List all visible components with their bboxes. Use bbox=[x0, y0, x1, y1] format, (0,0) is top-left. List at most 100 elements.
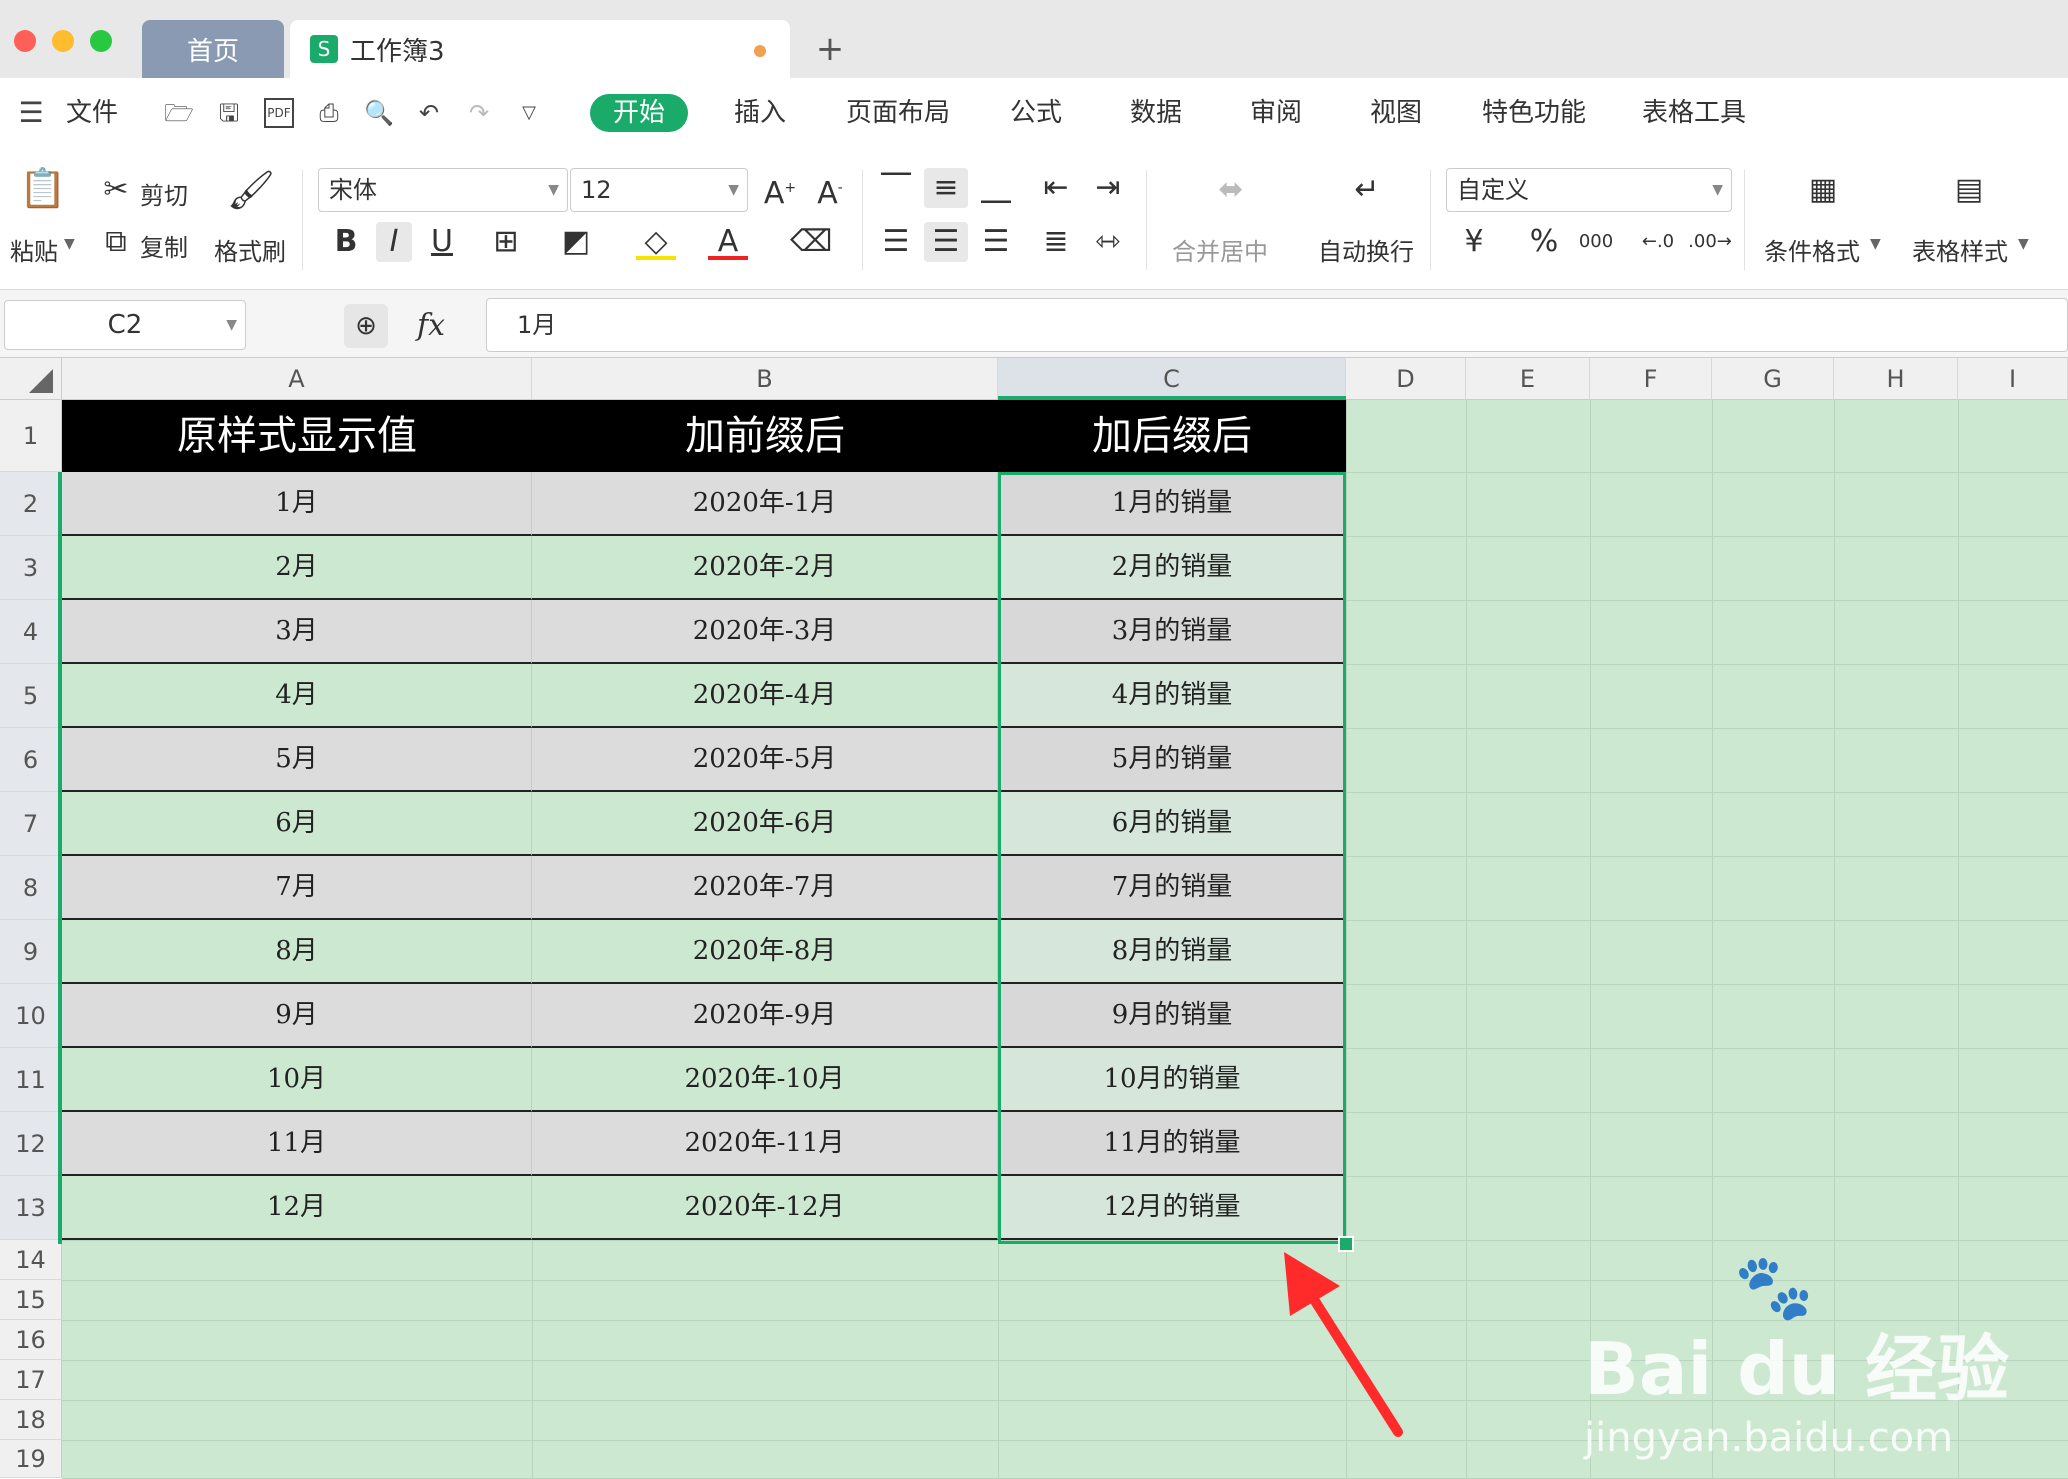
table-style-icon[interactable]: ▤ bbox=[1944, 170, 1994, 210]
cut-label[interactable]: 剪切 bbox=[140, 176, 188, 211]
row-header-4[interactable]: 4 bbox=[0, 600, 62, 664]
borders-icon[interactable]: ⊞ bbox=[486, 222, 526, 262]
row-header-2[interactable]: 2 bbox=[0, 472, 62, 536]
row-header-5[interactable]: 5 bbox=[0, 664, 62, 728]
chevron-down-icon[interactable]: ▼ bbox=[1870, 236, 1881, 252]
zoom-window-button[interactable] bbox=[90, 30, 112, 52]
table-cell[interactable]: 2020年-5月 bbox=[532, 728, 998, 792]
table-cell[interactable]: 2月 bbox=[62, 536, 532, 600]
align-top-icon[interactable]: ⎺ bbox=[876, 168, 916, 208]
table-cell[interactable]: 2月的销量 bbox=[998, 536, 1346, 600]
menu-tab-view[interactable]: 视图 bbox=[1370, 96, 1422, 130]
function-icon[interactable]: fx bbox=[406, 304, 456, 348]
row-header-13[interactable]: 13 bbox=[0, 1176, 62, 1240]
tab-workbook[interactable]: S 工作簿3 bbox=[290, 20, 790, 78]
table-cell[interactable]: 9月 bbox=[62, 984, 532, 1048]
table-cell[interactable]: 11月 bbox=[62, 1112, 532, 1176]
table-cell[interactable]: 3月 bbox=[62, 600, 532, 664]
chevron-down-icon[interactable]: ▼ bbox=[2018, 236, 2029, 252]
row-header-11[interactable]: 11 bbox=[0, 1048, 62, 1112]
table-cell[interactable]: 3月的销量 bbox=[998, 600, 1346, 664]
merge-center-label[interactable]: 合并居中 bbox=[1172, 232, 1268, 267]
table-cell[interactable]: 8月 bbox=[62, 920, 532, 984]
format-painter-icon[interactable]: 🖌 bbox=[226, 170, 276, 210]
table-cell[interactable]: 6月 bbox=[62, 792, 532, 856]
menu-tab-data[interactable]: 数据 bbox=[1130, 96, 1182, 130]
column-header-d[interactable]: D bbox=[1346, 358, 1466, 400]
menu-tab-formulas[interactable]: 公式 bbox=[1010, 96, 1062, 130]
redo-icon[interactable]: ↷ bbox=[464, 98, 494, 128]
increase-font-icon[interactable]: A+ bbox=[760, 168, 800, 214]
row-header-19[interactable]: 19 bbox=[0, 1440, 62, 1478]
table-header-cell[interactable]: 加后缀后 bbox=[998, 400, 1346, 472]
column-header-h[interactable]: H bbox=[1834, 358, 1958, 400]
table-cell[interactable]: 5月 bbox=[62, 728, 532, 792]
column-header-b[interactable]: B bbox=[532, 358, 998, 400]
tab-home[interactable]: 首页 bbox=[142, 20, 284, 78]
save-icon[interactable]: 🖫 bbox=[214, 98, 244, 128]
table-cell[interactable]: 10月的销量 bbox=[998, 1048, 1346, 1112]
decrease-indent-icon[interactable]: ⇤ bbox=[1036, 168, 1076, 208]
conditional-format-icon[interactable]: ▦ bbox=[1798, 170, 1848, 210]
italic-icon[interactable]: I bbox=[376, 222, 412, 262]
print-icon[interactable]: ⎙ bbox=[314, 98, 344, 128]
underline-icon[interactable]: U bbox=[424, 222, 460, 262]
row-header-1[interactable]: 1 bbox=[0, 400, 62, 472]
column-header-i[interactable]: I bbox=[1958, 358, 2068, 400]
table-cell[interactable]: 2020年-11月 bbox=[532, 1112, 998, 1176]
scissors-icon[interactable]: ✂ bbox=[98, 170, 134, 210]
decrease-decimal-icon[interactable]: .00→ bbox=[1688, 222, 1732, 262]
table-cell[interactable]: 1月的销量 bbox=[998, 472, 1346, 536]
table-header-cell[interactable]: 加前缀后 bbox=[532, 400, 998, 472]
minimize-window-button[interactable] bbox=[52, 30, 74, 52]
paste-icon[interactable]: 📋 bbox=[18, 168, 68, 208]
table-cell[interactable]: 12月的销量 bbox=[998, 1176, 1346, 1240]
font-color-icon[interactable]: A bbox=[708, 222, 748, 260]
copy-icon[interactable]: ⧉ bbox=[98, 222, 134, 262]
paste-dropdown-icon[interactable]: ▼ bbox=[64, 236, 75, 252]
menu-tab-special[interactable]: 特色功能 bbox=[1482, 96, 1586, 130]
table-cell[interactable]: 7月 bbox=[62, 856, 532, 920]
table-cell[interactable]: 4月 bbox=[62, 664, 532, 728]
format-painter-label[interactable]: 格式刷 bbox=[214, 232, 286, 267]
table-cell[interactable]: 2020年-7月 bbox=[532, 856, 998, 920]
export-pdf-icon[interactable]: PDF bbox=[264, 98, 294, 128]
table-cell[interactable]: 2020年-1月 bbox=[532, 472, 998, 536]
clear-format-icon[interactable]: ⌫ bbox=[790, 222, 832, 262]
table-cell[interactable]: 4月的销量 bbox=[998, 664, 1346, 728]
merge-center-icon[interactable]: ⬌ bbox=[1206, 170, 1256, 210]
column-header-e[interactable]: E bbox=[1466, 358, 1590, 400]
row-header-10[interactable]: 10 bbox=[0, 984, 62, 1048]
font-name-select[interactable]: 宋体 ▼ bbox=[318, 168, 568, 212]
table-cell[interactable]: 11月的销量 bbox=[998, 1112, 1346, 1176]
thousands-separator-icon[interactable]: 000 bbox=[1574, 222, 1618, 262]
table-cell[interactable]: 9月的销量 bbox=[998, 984, 1346, 1048]
row-header-8[interactable]: 8 bbox=[0, 856, 62, 920]
row-header-12[interactable]: 12 bbox=[0, 1112, 62, 1176]
table-cell[interactable]: 7月的销量 bbox=[998, 856, 1346, 920]
align-bottom-icon[interactable]: ⎽ bbox=[976, 168, 1016, 208]
menu-tab-page-layout[interactable]: 页面布局 bbox=[846, 96, 950, 130]
number-format-select[interactable]: 自定义 ▼ bbox=[1446, 168, 1732, 212]
currency-icon[interactable]: ¥ bbox=[1456, 222, 1492, 262]
wrap-text-label[interactable]: 自动换行 bbox=[1318, 232, 1414, 267]
menu-tab-table-tools[interactable]: 表格工具 bbox=[1642, 96, 1746, 130]
open-folder-icon[interactable]: 🗁 bbox=[164, 98, 194, 128]
row-header-6[interactable]: 6 bbox=[0, 728, 62, 792]
wrap-text-icon[interactable]: ↵ bbox=[1342, 170, 1392, 210]
table-cell[interactable]: 2020年-10月 bbox=[532, 1048, 998, 1112]
decrease-font-icon[interactable]: A- bbox=[810, 168, 850, 214]
name-box[interactable]: C2 ▼ bbox=[4, 300, 246, 350]
print-preview-icon[interactable]: 🔍 bbox=[364, 98, 394, 128]
bold-icon[interactable]: B bbox=[328, 222, 364, 262]
new-tab-button[interactable]: + bbox=[810, 20, 850, 78]
table-cell[interactable]: 5月的销量 bbox=[998, 728, 1346, 792]
column-header-a[interactable]: A bbox=[62, 358, 532, 400]
font-size-select[interactable]: 12 ▼ bbox=[570, 168, 748, 212]
menu-file[interactable]: 文件 bbox=[66, 96, 118, 130]
row-header-3[interactable]: 3 bbox=[0, 536, 62, 600]
row-header-15[interactable]: 15 bbox=[0, 1280, 62, 1320]
increase-indent-icon[interactable]: ⇥ bbox=[1088, 168, 1128, 208]
fill-color-icon[interactable]: ◇ bbox=[636, 222, 676, 260]
copy-label[interactable]: 复制 bbox=[140, 228, 188, 263]
